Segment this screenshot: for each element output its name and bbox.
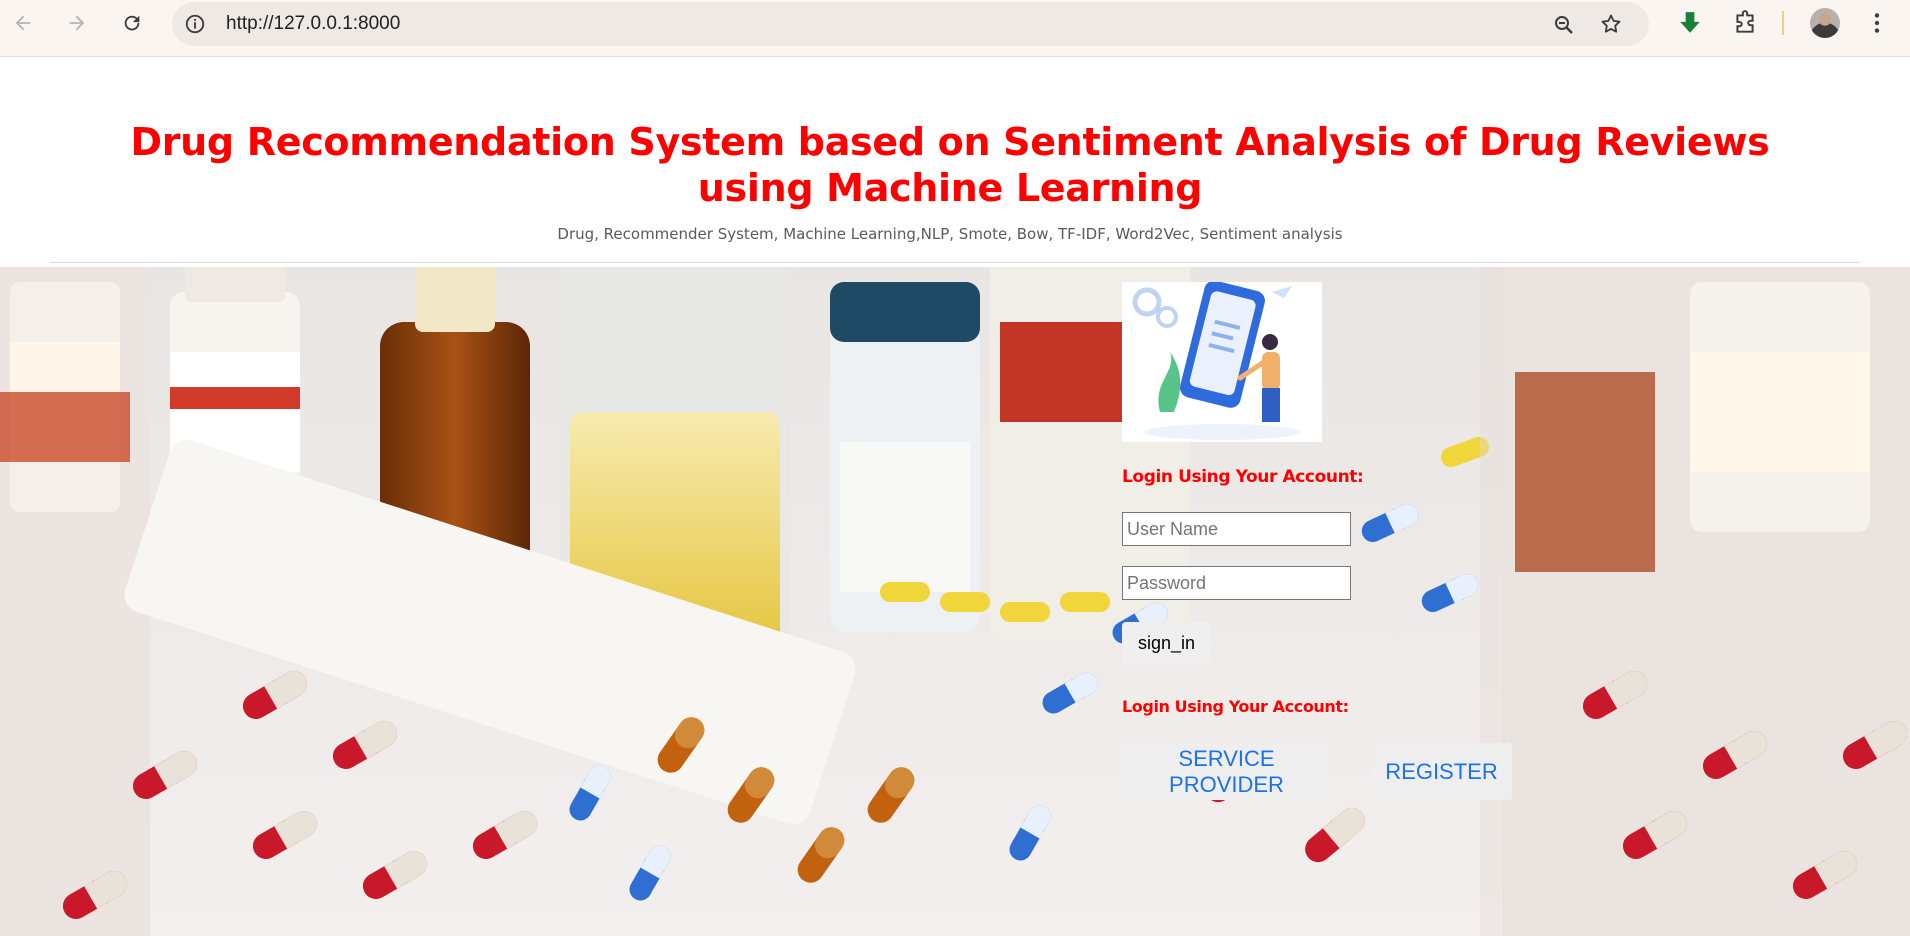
background-medicine-photo <box>0 262 1910 936</box>
extensions-button[interactable] <box>1730 8 1760 38</box>
sign-in-button[interactable]: sign_in <box>1122 622 1211 664</box>
download-button[interactable] <box>1675 8 1705 38</box>
browser-toolbar: http://127.0.0.1:8000 <box>0 0 1910 57</box>
phone-person-illustration <box>1132 280 1300 440</box>
download-icon <box>1680 12 1700 33</box>
site-info-icon[interactable] <box>184 13 206 35</box>
star-icon[interactable] <box>1599 12 1623 36</box>
back-button[interactable] <box>8 8 38 38</box>
arrow-forward-icon <box>69 15 85 31</box>
page-title: Drug Recommendation System based on Sent… <box>130 120 1770 210</box>
arrow-back-icon <box>15 15 31 31</box>
reload-button[interactable] <box>117 8 147 38</box>
forward-button[interactable] <box>62 8 92 38</box>
url-text[interactable]: http://127.0.0.1:8000 <box>226 13 400 35</box>
username-input[interactable] <box>1122 512 1351 546</box>
menu-button[interactable] <box>1862 8 1892 38</box>
reload-icon <box>124 15 140 31</box>
page-content: Drug Recommendation System based on Sent… <box>0 57 1910 936</box>
login-heading: Login Using Your Account: <box>1122 467 1364 487</box>
service-provider-button[interactable]: SERVICE PROVIDER <box>1122 743 1331 800</box>
zoom-icon[interactable] <box>1552 13 1576 37</box>
header-divider <box>50 262 1860 263</box>
secondary-login-heading: Login Using Your Account: <box>1122 697 1349 716</box>
address-bar[interactable]: http://127.0.0.1:8000 <box>172 2 1649 46</box>
kebab-menu-icon <box>1874 13 1880 33</box>
login-illustration <box>1122 280 1322 442</box>
register-button[interactable]: REGISTER <box>1371 743 1512 800</box>
toolbar-divider <box>1782 11 1784 35</box>
profile-avatar[interactable] <box>1810 8 1840 38</box>
puzzle-icon <box>1736 10 1754 33</box>
password-input[interactable] <box>1122 566 1351 600</box>
page-subtitle: Drug, Recommender System, Machine Learni… <box>557 225 1343 243</box>
medicine-photo-illustration <box>0 262 1910 936</box>
